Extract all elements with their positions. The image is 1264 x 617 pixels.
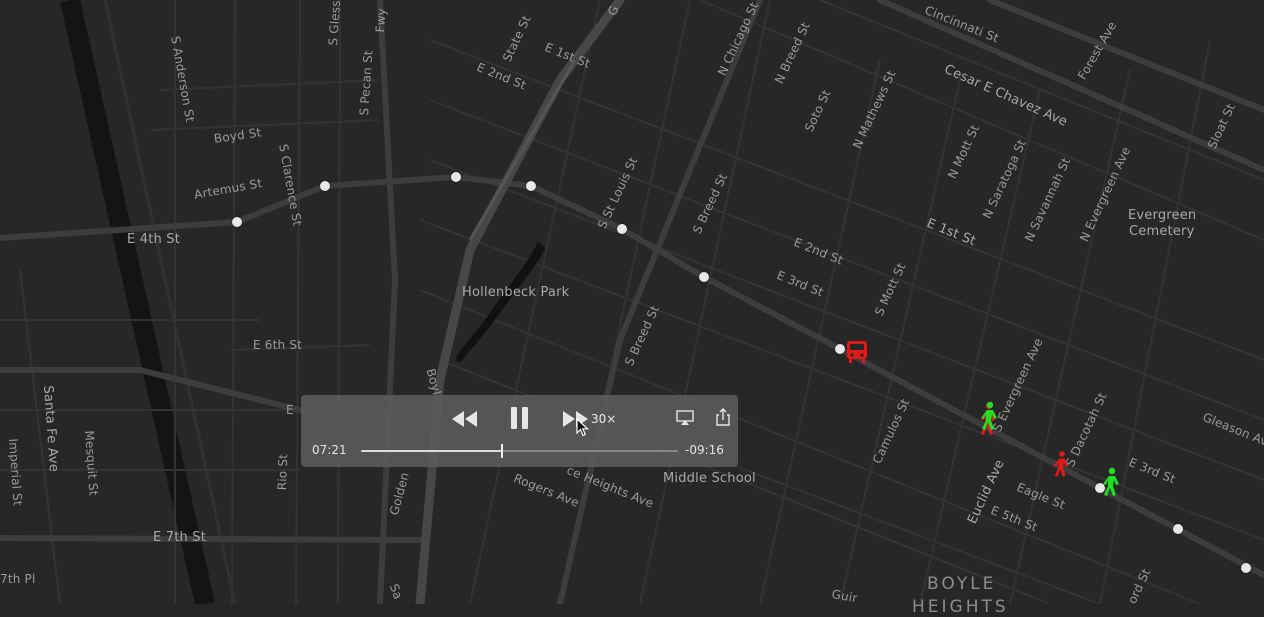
- cemetery-label: Cemetery: [1129, 224, 1195, 239]
- stop-marker[interactable]: [451, 172, 461, 182]
- stop-marker[interactable]: [320, 181, 330, 191]
- street-label: E 6th St: [253, 338, 303, 352]
- pedestrian-icon[interactable]: [1101, 467, 1123, 497]
- stop-marker[interactable]: [835, 344, 845, 354]
- street-label: E 7th St: [153, 530, 207, 545]
- stop-marker[interactable]: [699, 272, 709, 282]
- playback-speed[interactable]: 30×: [591, 412, 616, 426]
- park-label: Hollenbeck Park: [462, 285, 570, 300]
- cemetery-label: Evergreen: [1128, 208, 1197, 223]
- rewind-icon[interactable]: [451, 409, 479, 429]
- scrubber-track[interactable]: [361, 444, 678, 458]
- elapsed-time: 07:21: [312, 443, 347, 457]
- playback-controls: 30× 07:21 -09:16: [301, 395, 738, 467]
- street-label: E: [286, 403, 294, 417]
- pause-icon[interactable]: [509, 405, 531, 431]
- stop-marker[interactable]: [1241, 563, 1251, 573]
- stop-marker[interactable]: [617, 224, 627, 234]
- scrubber-progress: [361, 450, 503, 452]
- street-label: Rio St: [275, 453, 291, 491]
- school-label: Middle School: [663, 471, 756, 486]
- district-label: BOYLE: [927, 574, 997, 594]
- stop-marker[interactable]: [1173, 524, 1183, 534]
- mouse-cursor-icon: [576, 418, 590, 437]
- pedestrian-icon[interactable]: [979, 401, 1001, 431]
- share-icon[interactable]: [715, 408, 731, 426]
- street-label: E 4th St: [127, 232, 181, 247]
- scrubber-thumb[interactable]: [501, 444, 504, 458]
- airplay-icon[interactable]: [676, 410, 694, 426]
- stop-marker[interactable]: [526, 181, 536, 191]
- bus-icon[interactable]: [845, 339, 869, 365]
- street-label: Fwy: [373, 7, 389, 33]
- district-label: HEIGHTS: [912, 597, 1009, 617]
- stop-marker[interactable]: [232, 217, 242, 227]
- street-label: 7th Pl: [0, 572, 36, 586]
- remaining-time: -09:16: [685, 443, 724, 457]
- pedestrian-icon[interactable]: [1052, 450, 1072, 478]
